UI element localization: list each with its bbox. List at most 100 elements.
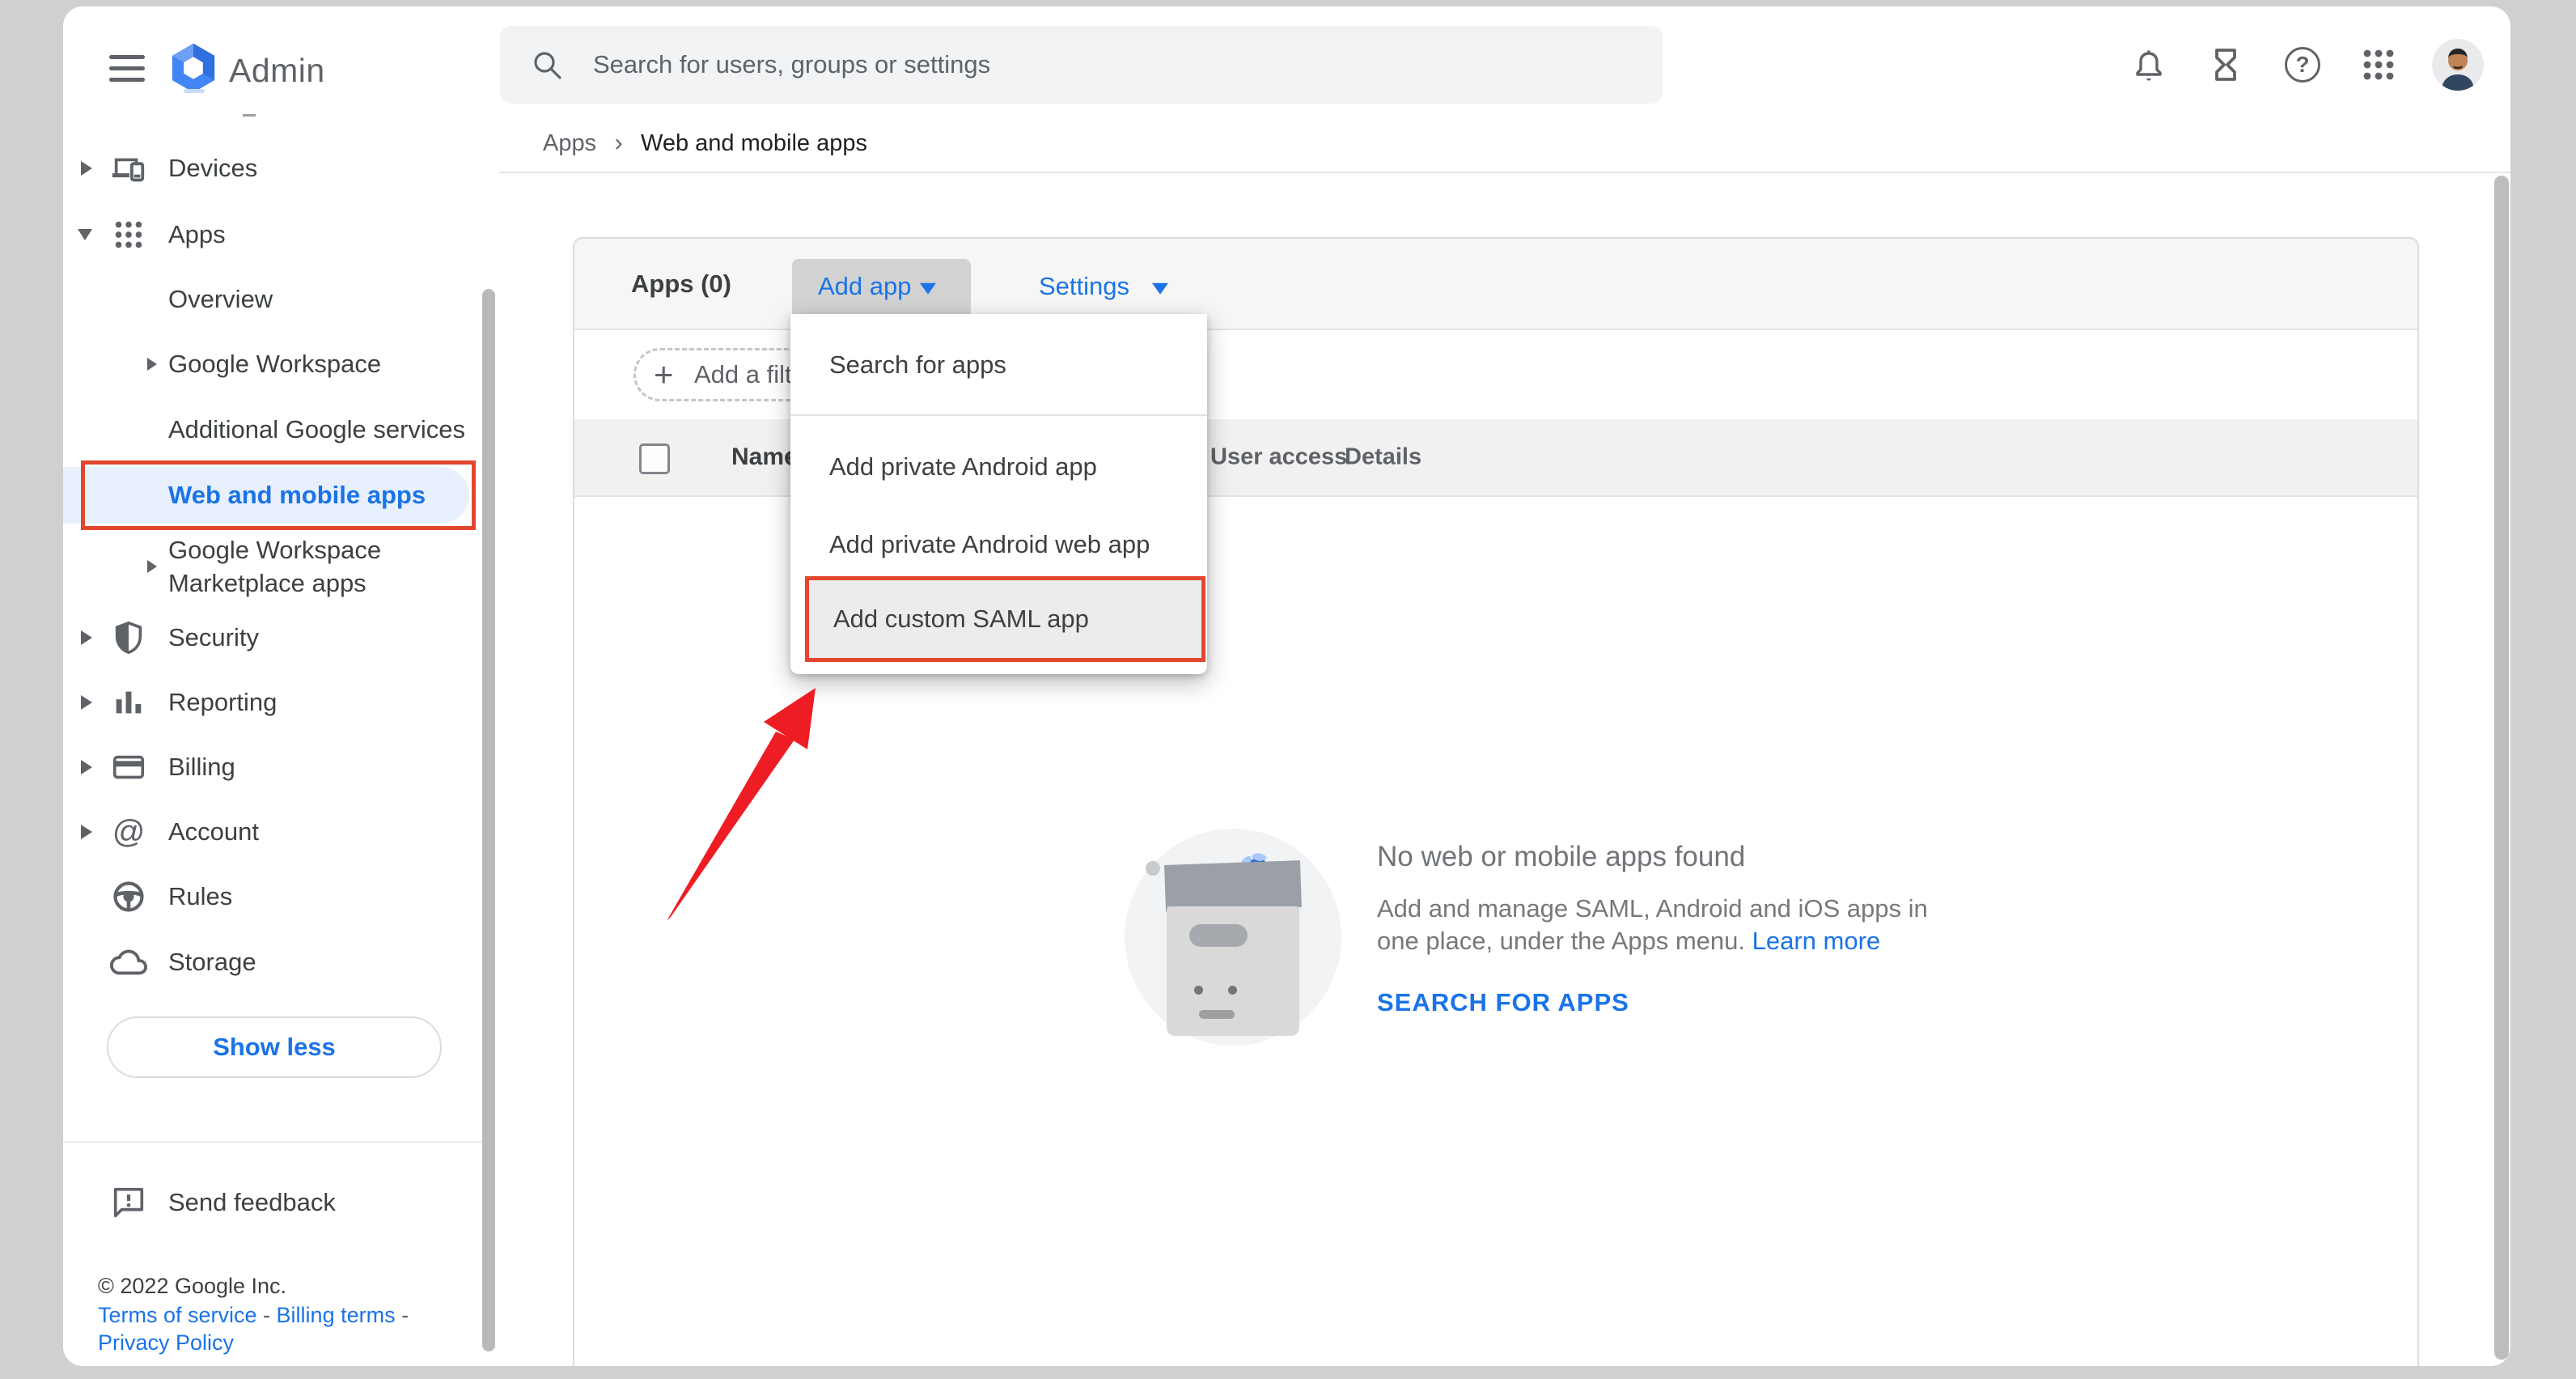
sidebar-item-storage[interactable]: Storage (63, 930, 516, 995)
sidebar-item-reporting[interactable]: Reporting (63, 670, 516, 735)
sidebar-item-label: Google Workspace (168, 350, 381, 379)
sidebar-item-devices[interactable]: Devices (63, 136, 516, 201)
add-app-dropdown-menu: Search for apps Add private Android app … (790, 314, 1207, 674)
chevron-right-icon (81, 760, 92, 774)
sidebar-item-additional-google-services[interactable]: Additional Google services (63, 397, 516, 462)
breadcrumb-parent[interactable]: Apps (543, 130, 596, 156)
clipped-row-sliver (184, 89, 205, 93)
clipped-row-dash (243, 114, 256, 117)
open-box-front (1167, 906, 1299, 1036)
search-for-apps-link[interactable]: SEARCH FOR APPS (1377, 988, 1629, 1017)
learn-more-link[interactable]: Learn more (1752, 927, 1881, 955)
menu-item-label: Add private Android app (829, 452, 1097, 482)
empty-state-body-line1: Add and manage SAML, Android and iOS app… (1377, 894, 1928, 923)
empty-state-body-line2: one place, under the Apps menu. Learn mo… (1377, 927, 1880, 956)
sidebar-item-label: Reporting (168, 688, 277, 717)
devices-icon (110, 150, 147, 187)
dropdown-caret-icon (1152, 283, 1168, 295)
send-feedback-button[interactable]: Send feedback (63, 1170, 516, 1235)
settings-label: Settings (1039, 272, 1129, 301)
sidebar-item-label: Additional Google services (168, 415, 465, 444)
chevron-right-icon (147, 358, 157, 371)
notifications-bell-icon[interactable] (2129, 45, 2168, 84)
annotation-box-saml: Add custom SAML app (805, 576, 1205, 662)
search-icon (531, 49, 565, 83)
footer-links-line2: Privacy Policy (98, 1330, 234, 1356)
page-scrollbar-thumb[interactable] (2494, 176, 2509, 1360)
send-feedback-label: Send feedback (168, 1188, 336, 1217)
apps-launcher-icon[interactable] (2359, 45, 2398, 84)
sidebar-item-google-workspace[interactable]: Google Workspace (63, 332, 516, 397)
chevron-down-icon (78, 229, 92, 240)
add-app-label: Add app (818, 272, 912, 301)
box-handle-slot (1189, 924, 1248, 947)
sidebar-item-billing[interactable]: Billing (63, 735, 516, 800)
empty-state-body-text: one place, under the Apps menu. (1377, 927, 1752, 955)
help-icon[interactable]: ? (2285, 47, 2324, 86)
sidebar-item-label: Account (168, 817, 259, 846)
show-less-button[interactable]: Show less (107, 1016, 442, 1078)
breadcrumb: Apps › Web and mobile apps (543, 129, 867, 157)
open-box-flap (1164, 860, 1302, 912)
footer-dash: - (396, 1303, 409, 1327)
menu-item-label: Search for apps (829, 350, 1006, 380)
copyright-text: © 2022 Google Inc. (98, 1274, 286, 1299)
sidebar-item-label: Security (168, 623, 259, 652)
settings-button[interactable]: Settings (1013, 259, 1175, 314)
chevron-right-icon (147, 560, 157, 573)
header-divider (499, 172, 2510, 173)
hamburger-menu-icon[interactable] (109, 55, 145, 82)
menu-item-label: Add private Android web app (829, 530, 1150, 559)
sidebar-item-security[interactable]: Security (63, 605, 516, 670)
box-mouth (1199, 1010, 1235, 1019)
sidebar-item-overview[interactable]: Overview (63, 267, 516, 332)
feedback-icon (110, 1184, 147, 1221)
sidebar-item-account[interactable]: @ Account (63, 800, 516, 864)
terms-of-service-link[interactable]: Terms of service (98, 1303, 257, 1327)
sidebar-item-rules[interactable]: Rules (63, 864, 516, 929)
menu-divider (790, 414, 1207, 416)
sidebar-item-label: Rules (168, 882, 232, 911)
select-all-checkbox[interactable] (639, 443, 670, 474)
hourglass-icon[interactable] (2206, 45, 2245, 84)
billing-terms-link[interactable]: Billing terms (277, 1303, 396, 1327)
privacy-policy-link[interactable]: Privacy Policy (98, 1330, 234, 1355)
sidebar-item-label: Overview (168, 285, 273, 314)
sidebar-item-label: Storage (168, 948, 256, 977)
apps-grid-icon (110, 216, 147, 253)
column-header-user-access[interactable]: User access (1210, 444, 1347, 471)
sidebar-scrollbar-thumb[interactable] (482, 289, 495, 1351)
menu-item-add-private-android-app[interactable]: Add private Android app (790, 435, 1207, 499)
add-app-button[interactable]: Add app (792, 259, 971, 314)
box-eye (1194, 986, 1203, 995)
sidebar-item-label: Devices (168, 154, 257, 183)
at-sign-icon: @ (110, 813, 147, 851)
bar-chart-icon (110, 684, 147, 721)
dust-dot-decoration (1146, 861, 1160, 876)
menu-item-add-private-android-web-app[interactable]: Add private Android web app (790, 512, 1207, 577)
shield-icon (110, 619, 147, 656)
menu-item-label: Add custom SAML app (833, 605, 1089, 634)
sidebar-item-apps[interactable]: Apps (63, 202, 516, 267)
footer-links-line1: Terms of service - Billing terms - (98, 1303, 409, 1328)
admin-title: Admin (229, 52, 325, 90)
admin-console-window: Admin Search for users, groups or settin… (63, 6, 2510, 1366)
column-header-details[interactable]: Details (1345, 444, 1421, 471)
avatar[interactable] (2432, 39, 2484, 91)
sidebar-divider (63, 1141, 495, 1143)
dropdown-caret-icon (920, 283, 936, 295)
footer-dash: - (257, 1303, 277, 1327)
breadcrumb-separator-icon: › (615, 129, 623, 156)
chevron-right-icon (81, 825, 92, 839)
global-search-input[interactable]: Search for users, groups or settings (500, 26, 1663, 104)
chevron-right-icon (81, 630, 92, 645)
breadcrumb-current: Web and mobile apps (641, 130, 867, 156)
menu-item-search-for-apps[interactable]: Search for apps (790, 333, 1207, 397)
cloud-icon (110, 944, 147, 981)
sidebar-item-marketplace-apps[interactable]: Google Workspace Marketplace apps (63, 524, 516, 609)
menu-item-add-custom-saml-app[interactable]: Add custom SAML app (809, 587, 1201, 651)
plus-icon: + (654, 355, 674, 394)
annotation-arrow (646, 670, 840, 937)
sidebar-item-label: Google Workspace Marketplace apps (168, 533, 419, 600)
search-placeholder: Search for users, groups or settings (593, 50, 990, 79)
